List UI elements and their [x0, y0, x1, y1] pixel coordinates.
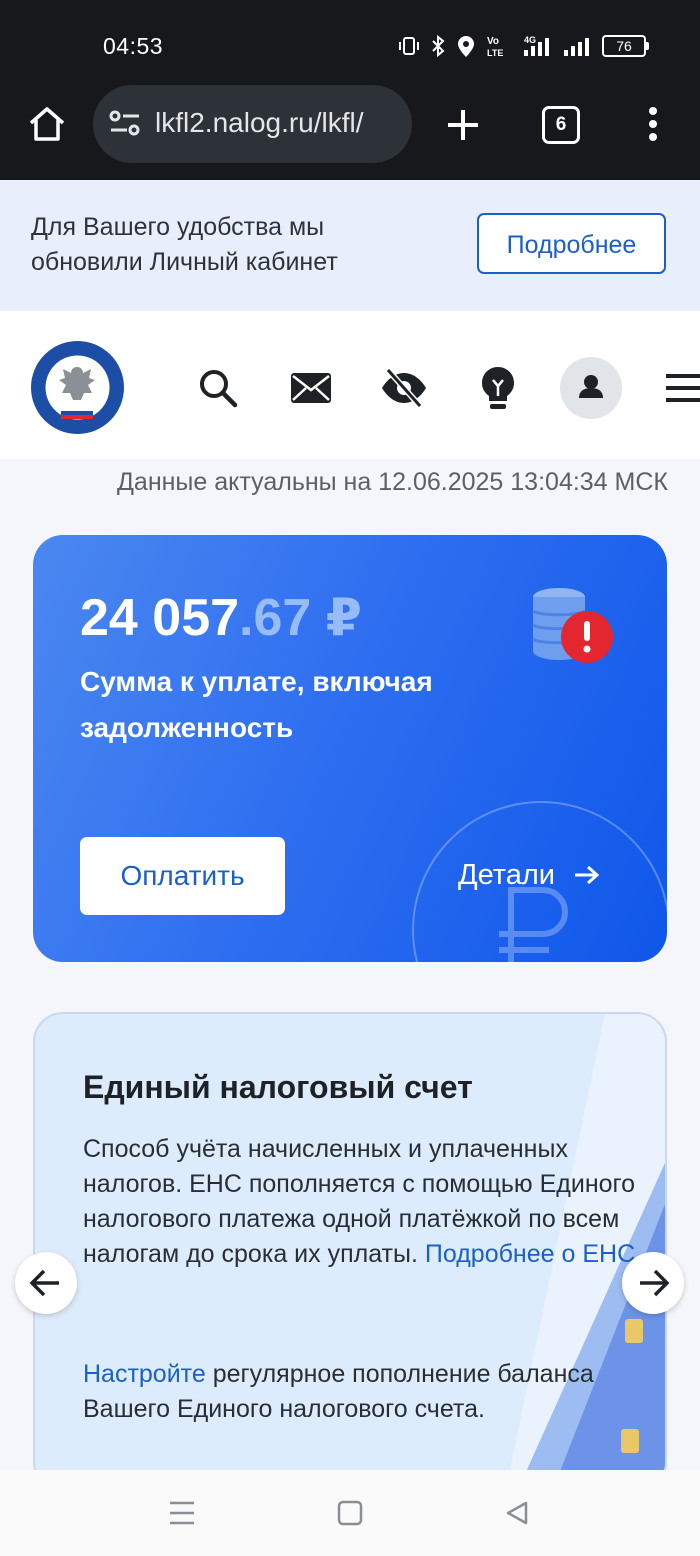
carousel-prev-button[interactable]: [15, 1252, 77, 1314]
pay-button[interactable]: Оплатить: [80, 837, 285, 915]
svg-text:LTE: LTE: [487, 48, 503, 58]
banner-text: Для Вашего удобства мы обновили Личный к…: [31, 213, 338, 276]
site-settings-icon[interactable]: [109, 110, 141, 138]
setup-link[interactable]: Настройте: [83, 1360, 206, 1388]
amount-label: Сумма к уплате, включая задолженность: [80, 666, 433, 743]
back-nav-icon[interactable]: [504, 1500, 530, 1526]
address-bar[interactable]: lkfl2.nalog.ru/lkfl/: [93, 85, 412, 163]
recent-apps-icon[interactable]: [168, 1500, 196, 1526]
user-icon: [579, 375, 603, 398]
arrow-right-icon: [640, 1269, 670, 1297]
svg-text:Vo: Vo: [487, 36, 499, 47]
coins-alert-icon: [532, 588, 613, 663]
amount-main: 24 057: [80, 589, 240, 647]
bluetooth-icon: [432, 34, 445, 58]
details-link[interactable]: Детали: [458, 859, 601, 892]
arrow-right-icon: [575, 865, 600, 885]
lightbulb-icon[interactable]: [480, 365, 516, 411]
ens-card: Единый налоговый счет Способ учёта начис…: [33, 1012, 667, 1492]
visibility-off-icon[interactable]: [380, 366, 428, 410]
ens-title: Единый налоговый счет: [83, 1069, 473, 1105]
fns-logo[interactable]: [31, 341, 124, 434]
more-menu-icon[interactable]: [646, 106, 660, 142]
ens-description: Способ учёта начисленных и уплаченных на…: [83, 1132, 643, 1272]
ens-setup-text: Настройте регулярное пополнение баланса …: [83, 1357, 603, 1427]
arrow-left-icon: [29, 1269, 59, 1297]
status-icons: Vo LTE 4G 76: [398, 34, 649, 58]
status-bar: 04:53 Vo LTE 4G 76: [0, 0, 700, 92]
browser-toolbar: lkfl2.nalog.ru/lkfl/ 6: [0, 85, 700, 180]
search-icon[interactable]: [198, 368, 238, 408]
battery-indicator: 76: [602, 35, 649, 57]
data-updated-text: Данные актуальны на 12.06.2025 13:04:34 …: [116, 468, 668, 496]
location-icon: [458, 36, 474, 57]
url-text: lkfl2.nalog.ru/lkfl/: [155, 107, 364, 138]
svg-text:4G: 4G: [524, 35, 536, 45]
amount-cents: .67 ₽: [239, 589, 362, 647]
vibrate-icon: [399, 37, 419, 55]
new-tab-icon[interactable]: [446, 108, 480, 142]
profile-avatar-button[interactable]: [560, 357, 622, 419]
banner-more-button[interactable]: Подробнее: [477, 213, 666, 274]
home-nav-icon[interactable]: [337, 1500, 363, 1526]
mail-icon[interactable]: [290, 372, 332, 404]
home-icon[interactable]: [27, 104, 67, 144]
site-header: [0, 311, 700, 459]
tab-switcher-button[interactable]: 6: [542, 106, 580, 144]
signal-icon: [564, 38, 589, 56]
system-nav-bar: [0, 1470, 700, 1556]
signal-4g-icon: 4G: [524, 35, 549, 56]
balance-card: 24 057.67 ₽ Сумма к уплате, включая задо…: [33, 535, 667, 962]
balance-amount: 24 057.67 ₽: [80, 588, 362, 648]
status-time: 04:53: [103, 33, 164, 59]
carousel-next-button[interactable]: [622, 1252, 684, 1314]
hamburger-menu-icon[interactable]: [664, 373, 700, 403]
volte-icon: VoLTE: [487, 36, 503, 58]
details-label: Детали: [458, 859, 556, 891]
update-banner: Для Вашего удобства мы обновили Личный к…: [0, 180, 700, 311]
ens-more-link[interactable]: Подробнее о ЕНС: [425, 1240, 635, 1268]
